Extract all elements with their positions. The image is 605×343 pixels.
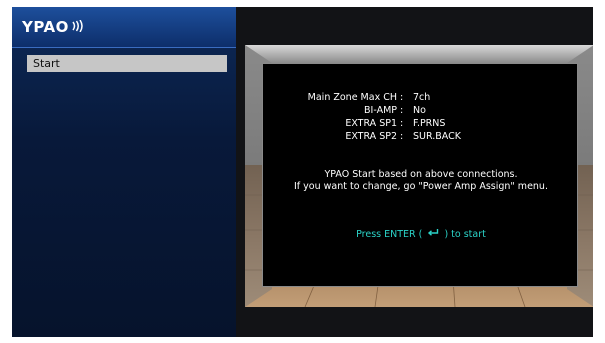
sound-waves-icon xyxy=(70,18,84,36)
info-separator: : xyxy=(400,92,404,103)
info-separator: : xyxy=(400,118,404,129)
logo-text: YPAO xyxy=(22,18,69,36)
info-row: Main Zone Max CH : 7ch xyxy=(263,91,579,104)
connection-info-panel: Main Zone Max CH : 7ch BI-AMP : No EXTRA… xyxy=(262,63,578,287)
prompt-text-before: Press ENTER ( xyxy=(356,229,423,240)
menu-item-label: Start xyxy=(33,57,60,70)
info-label: BI-AMP xyxy=(364,105,397,116)
info-label: EXTRA SP2 xyxy=(345,131,397,142)
info-separator: : xyxy=(400,105,404,116)
info-value: 7ch xyxy=(413,92,431,103)
prompt-text-after: ) to start xyxy=(444,229,486,240)
info-value: SUR.BACK xyxy=(413,131,461,142)
info-row: EXTRA SP1 : F.PRNS xyxy=(263,117,579,130)
enter-return-icon xyxy=(427,228,439,241)
tv-screen: YPAO Start Main Zone Max CH: 7ch BI-AMP… xyxy=(12,7,593,337)
app-header: YPAO xyxy=(12,7,236,48)
ypao-logo: YPAO xyxy=(22,18,84,36)
info-value: F.PRNS xyxy=(413,118,446,129)
right-panel: Main Zone Max CH : 7ch BI-AMP : No EXTRA… xyxy=(236,7,593,337)
menu-item-start[interactable]: Start xyxy=(27,55,227,72)
start-prompt: Press ENTER ( ) to start xyxy=(263,228,579,241)
info-label: EXTRA SP1 xyxy=(345,118,397,129)
message-line-2: If you want to change, go "Power Amp Ass… xyxy=(294,181,548,192)
info-row: BI-AMP : No xyxy=(263,104,579,117)
info-label: Main Zone Max CH xyxy=(307,92,397,103)
info-value: No xyxy=(413,105,426,116)
message-line-1: YPAO Start based on above connections. xyxy=(324,169,518,180)
left-panel: YPAO Start xyxy=(12,7,236,337)
info-separator: : xyxy=(400,131,404,142)
info-row: EXTRA SP2 : SUR.BACK xyxy=(263,130,579,143)
